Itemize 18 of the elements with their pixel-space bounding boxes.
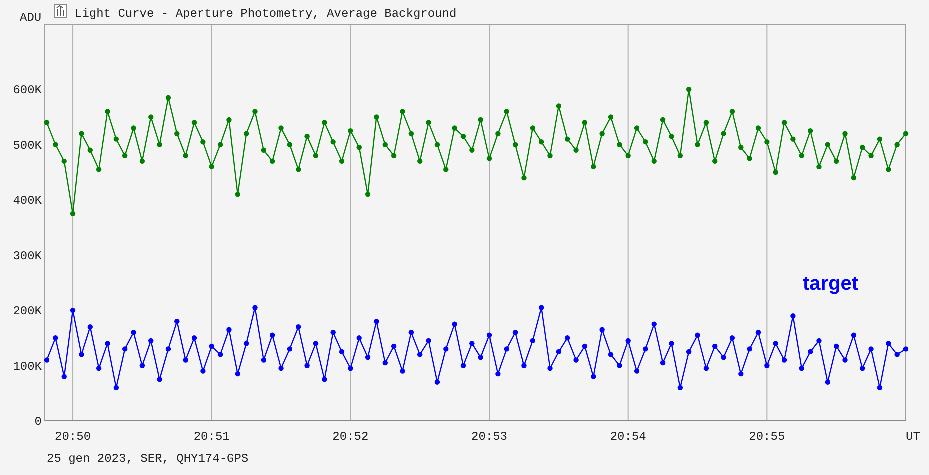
axis-tick-label: 20:53 — [472, 430, 508, 444]
axis-title: ADU — [20, 11, 42, 25]
axis-tick-label: 400K — [13, 194, 42, 208]
series-label: target — [803, 273, 859, 295]
axis-tick-label: 300K — [13, 249, 42, 264]
axis-tick-label: 20:52 — [332, 430, 369, 444]
window-title: Light Curve - Aperture Photometry, Average Background — [75, 7, 457, 21]
axis-tick-label: 600K — [13, 84, 42, 98]
axis-tick-label: 20:54 — [610, 430, 646, 444]
axis-tick-label: 0 — [34, 415, 42, 429]
axis-tick-label: 200K — [13, 304, 42, 319]
axis-title: UT — [906, 430, 920, 444]
footer-text: 25 gen 2023, SER, QHY174-GPS — [47, 452, 249, 466]
axis-tick-label: 20:51 — [194, 430, 230, 444]
axis-tick-label: 500K — [13, 138, 42, 153]
axis-tick-label: 20:50 — [55, 430, 92, 444]
axis-tick-label: 100K — [13, 360, 42, 374]
axis-tick-label: 20:55 — [749, 430, 786, 444]
